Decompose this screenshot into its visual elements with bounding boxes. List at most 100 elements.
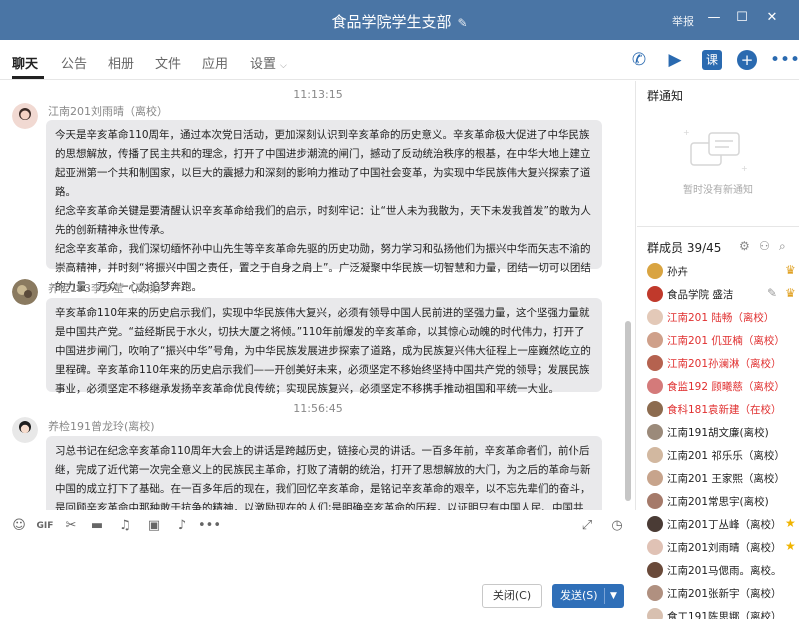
history-icon[interactable]: ◷	[608, 517, 626, 535]
member-item[interactable]: 孙卉 ♛	[647, 261, 797, 283]
avatar	[647, 332, 663, 348]
tab-settings[interactable]: 设置 ⌵	[250, 53, 287, 72]
member-item[interactable]: 江南201常思宇(离校)	[647, 491, 797, 513]
avatar	[647, 378, 663, 394]
message-bubble[interactable]: 今天是辛亥革命110周年，通过本次党日活动，更加深刻认识到辛亥革命的历史意义。辛…	[46, 120, 602, 293]
admin-icon: ♛	[785, 263, 796, 277]
tab-announcement[interactable]: 公告	[61, 53, 87, 72]
tab-apps[interactable]: 应用	[202, 53, 228, 72]
admin-icon: ♛	[785, 286, 796, 300]
member-item[interactable]: 食品学院 盛洁 ✎ ♛	[647, 284, 797, 306]
star-icon: ★	[785, 539, 796, 553]
member-name: 食工191陈思娜（离校）	[667, 611, 782, 619]
tab-chat[interactable]: 聊天	[12, 53, 38, 72]
member-item[interactable]: 江南201张新宇（离校）	[647, 583, 797, 605]
image-icon[interactable]: ▣	[145, 517, 163, 535]
lesson-icon[interactable]: 课	[702, 50, 722, 70]
input-toolbar: ☺ GIF ✂ ▬ ♫ ▣ ♪ ••• ⤢ ◷	[0, 510, 636, 540]
message-sender: 养检191曾龙玲(离校)	[48, 420, 155, 433]
avatar	[647, 286, 663, 302]
member-name: 食品学院 盛洁	[667, 289, 734, 301]
member-item[interactable]: 江南201马偲雨。离校。	[647, 560, 797, 582]
member-name: 江南201 祁乐乐（离校）	[667, 450, 785, 462]
message-time: 11:56:45	[293, 402, 343, 415]
avatar	[647, 355, 663, 371]
close-icon[interactable]: ✕	[764, 10, 780, 26]
tab-bar: 聊天 公告 相册 文件 应用 设置 ⌵ ✆ ▶ 课 + •••	[0, 40, 799, 80]
members-title: 群成员 39/45	[647, 241, 722, 255]
member-name: 孙卉	[667, 266, 688, 278]
scissors-icon[interactable]: ✂	[62, 517, 80, 535]
send-divider	[604, 588, 605, 604]
avatar	[647, 263, 663, 279]
member-item[interactable]: 江南201 仉亚楠（离校）	[647, 330, 797, 352]
chat-area: 11:13:15 江南201刘雨晴（离校） 今天是辛亥革命110周年，通过本次党…	[0, 81, 636, 510]
star-icon: ★	[785, 516, 796, 530]
message-bubble[interactable]: 辛亥革命110年来的历史启示我们，实现中华民族伟大复兴，必须有领导中国人民前进的…	[46, 298, 602, 395]
search-icon[interactable]: ⌕	[779, 239, 786, 254]
tab-album[interactable]: 相册	[108, 53, 134, 72]
avatar	[647, 585, 663, 601]
avatar	[647, 608, 663, 619]
add-member-icon[interactable]: ⚇	[759, 239, 770, 253]
title-bar: 食品学院学生支部 ✎ 举报 — ☐ ✕	[0, 0, 799, 40]
add-icon[interactable]: +	[737, 50, 757, 70]
message-sender: 江南201刘雨晴（离校）	[48, 105, 168, 118]
member-item[interactable]: 江南191胡文廉(离校)	[647, 422, 797, 444]
avatar	[647, 309, 663, 325]
more-tools-icon[interactable]: •••	[198, 517, 221, 535]
avatar	[647, 562, 663, 578]
avatar	[647, 539, 663, 555]
report-link[interactable]: 举报	[672, 13, 694, 29]
member-item[interactable]: 江南201 陆畅（离校）	[647, 307, 797, 329]
message-input[interactable]	[0, 540, 636, 580]
notices-title: 群通知	[647, 89, 684, 103]
chevron-down-icon[interactable]: ▼	[610, 584, 617, 608]
member-manage-icon[interactable]: ⚙	[739, 239, 750, 253]
member-name: 江南201马偲雨。离校。	[667, 565, 782, 577]
emoji-icon[interactable]: ☺	[10, 517, 28, 535]
avatar	[647, 516, 663, 532]
member-name: 江南201丁丛峰（离校）	[667, 519, 782, 531]
avatar[interactable]	[12, 103, 38, 129]
member-item[interactable]: 江南201丁丛峰（离校） ★	[647, 514, 797, 536]
tab-files[interactable]: 文件	[155, 53, 181, 72]
send-button[interactable]: 发送(S) ▼	[552, 584, 624, 608]
send-label: 发送(S)	[560, 589, 598, 602]
empty-notice-icon: + +	[683, 128, 748, 173]
chat-scrollbar[interactable]	[625, 321, 631, 501]
minimize-icon[interactable]: —	[706, 10, 722, 26]
video-call-icon[interactable]: ▶	[664, 49, 686, 71]
maximize-icon[interactable]: ☐	[734, 10, 750, 26]
edit-icon[interactable]: ✎	[767, 286, 777, 300]
avatar[interactable]	[12, 279, 38, 305]
message-bubble[interactable]: 习总书记在纪念辛亥革命110周年大会上的讲话是跨越历史，链接心灵的讲话。一百多年…	[46, 436, 602, 510]
music-icon[interactable]: ♫	[116, 517, 134, 535]
member-name: 江南201 陆畅（离校）	[667, 312, 775, 324]
edit-icon[interactable]: ✎	[457, 16, 467, 30]
svg-text:+: +	[741, 164, 748, 173]
more-icon[interactable]: •••	[770, 49, 799, 71]
folder-icon[interactable]: ▬	[88, 517, 106, 535]
expand-icon[interactable]: ⤢	[578, 517, 596, 535]
member-item[interactable]: 食监192 顾曦慈（离校）	[647, 376, 797, 398]
member-item[interactable]: 食科181袁新建（在校）	[647, 399, 797, 421]
message-time: 11:13:15	[293, 88, 343, 101]
member-item[interactable]: 食工191陈思娜（离校）	[647, 606, 797, 619]
member-name: 江南201孙澜淋（离校）	[667, 358, 782, 370]
avatar[interactable]	[12, 417, 38, 443]
chevron-down-icon: ⌵	[280, 61, 287, 71]
divider	[637, 226, 799, 227]
notices-empty-text: 暂时没有新通知	[683, 185, 753, 196]
close-button[interactable]: 关闭(C)	[482, 584, 542, 608]
tab-settings-label: 设置	[250, 57, 277, 72]
member-item[interactable]: 江南201孙澜淋（离校）	[647, 353, 797, 375]
phone-icon[interactable]: ✆	[628, 49, 650, 71]
member-name: 江南201张新宇（离校）	[667, 588, 782, 600]
member-item[interactable]: 江南201 祁乐乐（离校）	[647, 445, 797, 467]
bell-icon[interactable]: ♪	[173, 517, 191, 535]
avatar	[647, 447, 663, 463]
member-item[interactable]: 江南201刘雨晴（离校） ★	[647, 537, 797, 559]
member-item[interactable]: 江南201 王家熙（离校）	[647, 468, 797, 490]
gif-icon[interactable]: GIF	[36, 517, 54, 535]
